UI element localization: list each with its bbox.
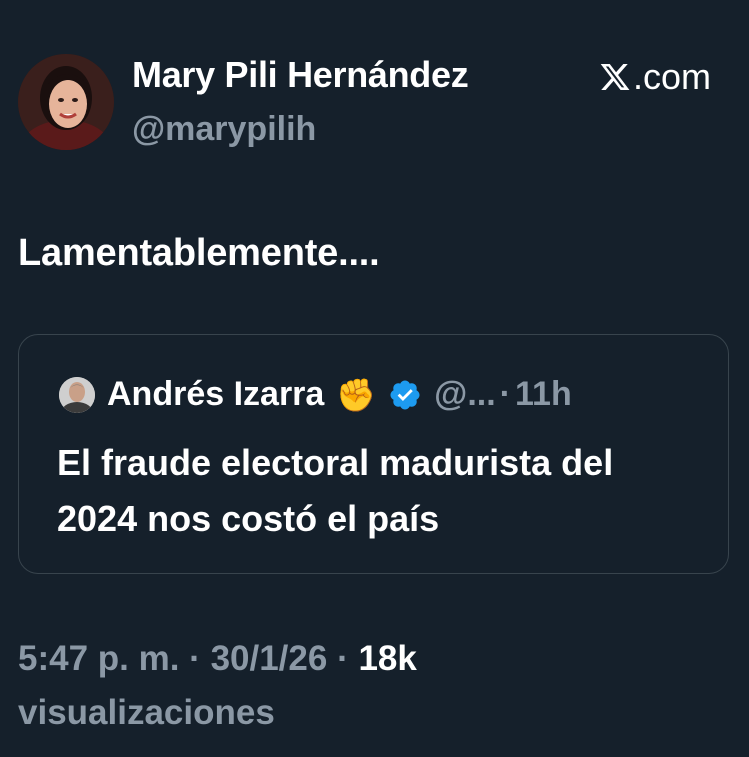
- tweet-header: Mary Pili Hernández @marypilih .com: [18, 52, 731, 152]
- author-avatar[interactable]: [18, 54, 114, 150]
- quoted-author-handle[interactable]: @...: [434, 375, 496, 414]
- brand-domain: .com: [632, 56, 711, 97]
- quoted-timestamp[interactable]: 11h: [515, 375, 572, 414]
- tweet-text: Lamentablemente....: [18, 232, 380, 274]
- quoted-tweet-header: Andrés Izarra ✊ @... · 11h: [59, 375, 572, 414]
- quoted-meta-separator: ·: [499, 375, 511, 413]
- x-logo-icon: [600, 64, 630, 90]
- author-handle[interactable]: @marypilih: [132, 110, 316, 149]
- views-label: visualizaciones: [18, 693, 275, 733]
- quoted-tweet-card[interactable]: Andrés Izarra ✊ @... · 11h El fraude ele…: [18, 334, 729, 574]
- quoted-tweet-text: El fraude electoral madurista del 2024 n…: [57, 442, 614, 540]
- quoted-author-name[interactable]: Andrés Izarra: [107, 375, 324, 414]
- tweet-footer: 5:47 p. m. · 30/1/26 · 18k visualizacion…: [18, 632, 718, 741]
- tweet-date[interactable]: 30/1/26: [211, 639, 328, 678]
- avatar-photo: [18, 54, 114, 150]
- author-display-name[interactable]: Mary Pili Hernández: [132, 54, 469, 96]
- quoted-avatar-photo: [59, 376, 95, 413]
- tweet-time[interactable]: 5:47 p. m.: [18, 639, 179, 678]
- quoted-author-avatar[interactable]: [59, 376, 95, 413]
- footer-separator: ·: [179, 639, 211, 678]
- verified-badge-icon: [390, 379, 420, 410]
- footer-separator: ·: [327, 639, 359, 678]
- brand-watermark: .com: [599, 56, 711, 98]
- raised-fist-emoji: ✊: [336, 376, 377, 413]
- views-count[interactable]: 18k: [358, 639, 416, 678]
